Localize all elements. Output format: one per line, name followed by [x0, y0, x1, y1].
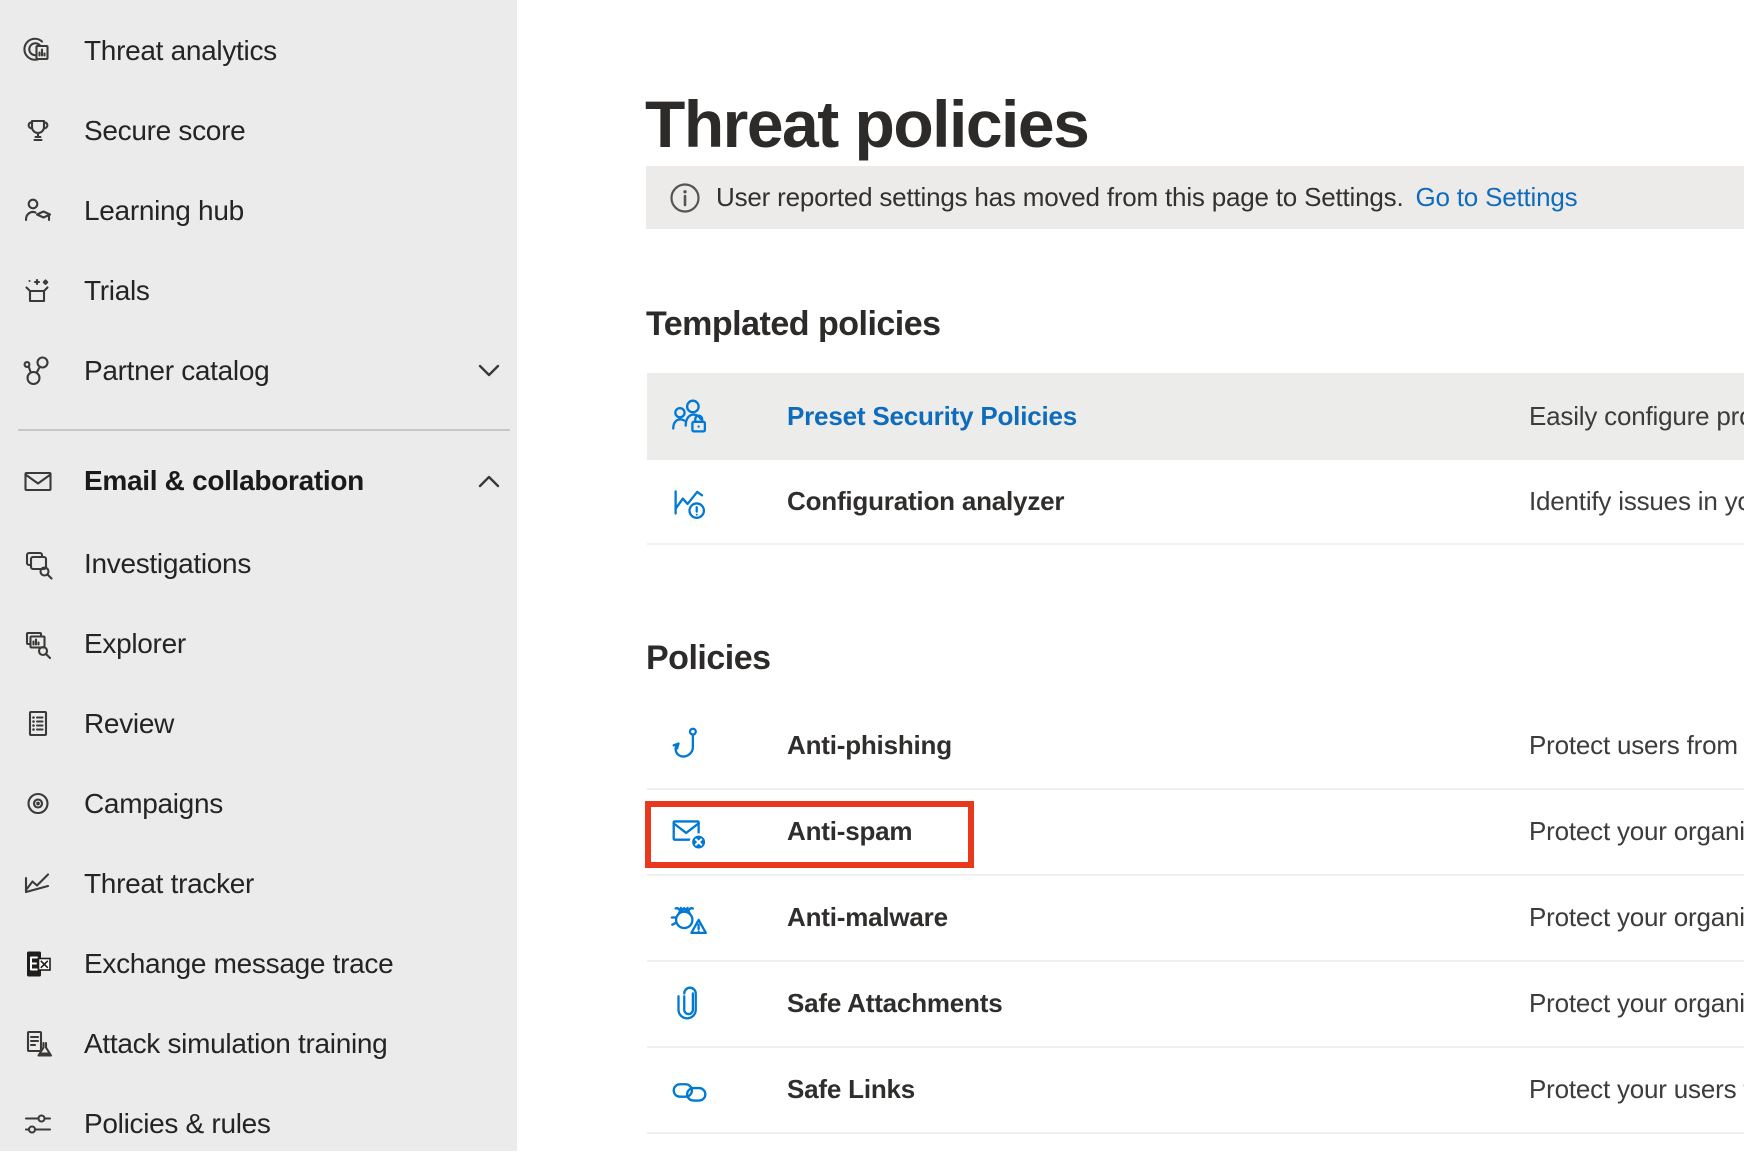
sidebar-item-threat-tracker[interactable]: Threat tracker: [0, 844, 517, 924]
sidebar-item-partner-catalog[interactable]: Partner catalog: [0, 331, 517, 411]
row-description: Protect your users fr: [1529, 1074, 1744, 1105]
configuration-analyzer-icon: [667, 479, 713, 525]
anti-phishing-icon: [667, 723, 713, 769]
row-safe-links[interactable]: Safe Links Protect your users fr: [647, 1048, 1744, 1134]
investigations-icon: [19, 545, 57, 583]
sidebar-item-exchange-message-trace[interactable]: Exchange message trace: [0, 924, 517, 1004]
row-anti-phishing[interactable]: Anti-phishing Protect users from p: [647, 704, 1744, 790]
partner-catalog-icon: [19, 352, 57, 390]
sidebar-item-label: Policies & rules: [84, 1108, 271, 1140]
row-anti-spam[interactable]: Anti-spam Protect your organiz: [647, 790, 1744, 876]
row-description: Protect your organiz: [1529, 902, 1744, 933]
attack-simulation-training-icon: [19, 1025, 57, 1063]
sidebar-item-label: Exchange message trace: [84, 948, 393, 980]
info-icon: [669, 182, 701, 214]
review-icon: [19, 705, 57, 743]
main-content: Threat policies User reported settings h…: [517, 0, 1744, 1151]
sidebar-item-label: Threat tracker: [84, 868, 254, 900]
page-title: Threat policies: [645, 88, 1088, 161]
threat-tracker-icon: [19, 865, 57, 903]
sidebar-item-explorer[interactable]: Explorer: [0, 604, 517, 684]
row-description: Protect users from p: [1529, 730, 1744, 761]
sidebar-item-label: Email & collaboration: [84, 465, 364, 497]
trials-icon: [19, 272, 57, 310]
row-name[interactable]: Safe Links: [787, 1074, 915, 1105]
sidebar-item-label: Campaigns: [84, 788, 223, 820]
row-name[interactable]: Configuration analyzer: [787, 485, 1064, 516]
sidebar-item-label: Trials: [84, 275, 150, 307]
sidebar-item-label: Attack simulation training: [84, 1028, 387, 1060]
secure-score-icon: [19, 112, 57, 150]
row-name[interactable]: Anti-malware: [787, 902, 948, 933]
info-banner: User reported settings has moved from th…: [646, 166, 1744, 229]
anti-spam-icon: [667, 809, 713, 855]
policies-rules-icon: [19, 1105, 57, 1143]
sidebar-divider: [18, 429, 510, 431]
row-configuration-analyzer[interactable]: Configuration analyzer Identify issues i…: [647, 460, 1744, 545]
sidebar-item-campaigns[interactable]: Campaigns: [0, 764, 517, 844]
threat-analytics-icon: [19, 32, 57, 70]
row-description: Protect your organiz: [1529, 816, 1744, 847]
sidebar-item-attack-simulation-training[interactable]: Attack simulation training: [0, 1004, 517, 1084]
sidebar-item-email-collaboration[interactable]: Email & collaboration: [0, 441, 517, 521]
left-navigation-sidebar: Threat analytics Secure score Learning h…: [0, 0, 517, 1151]
exchange-message-trace-icon: [19, 945, 57, 983]
sidebar-item-label: Investigations: [84, 548, 251, 580]
sidebar-item-label: Secure score: [84, 115, 245, 147]
sidebar-item-label: Explorer: [84, 628, 186, 660]
sidebar-item-label: Learning hub: [84, 195, 244, 227]
row-name[interactable]: Anti-phishing: [787, 730, 952, 761]
section-heading-policies: Policies: [646, 641, 771, 675]
anti-malware-icon: [667, 895, 713, 941]
sidebar-item-secure-score[interactable]: Secure score: [0, 91, 517, 171]
sidebar-item-label: Threat analytics: [84, 35, 277, 67]
sidebar-item-label: Partner catalog: [84, 355, 269, 387]
row-name-link[interactable]: Preset Security Policies: [787, 400, 1077, 431]
safe-links-icon: [667, 1067, 713, 1113]
safe-attachments-icon: [667, 981, 713, 1027]
row-safe-attachments[interactable]: Safe Attachments Protect your organiz: [647, 962, 1744, 1048]
section-heading-templated-policies: Templated policies: [646, 307, 941, 341]
row-name[interactable]: Safe Attachments: [787, 988, 1002, 1019]
learning-hub-icon: [19, 192, 57, 230]
sidebar-item-trials[interactable]: Trials: [0, 251, 517, 331]
row-description: Protect your organiz: [1529, 988, 1744, 1019]
sidebar-item-investigations[interactable]: Investigations: [0, 524, 517, 604]
chevron-up-icon[interactable]: [478, 474, 500, 488]
explorer-icon: [19, 625, 57, 663]
sidebar-item-review[interactable]: Review: [0, 684, 517, 764]
campaigns-icon: [19, 785, 57, 823]
email-collaboration-icon: [19, 462, 57, 500]
sidebar-item-threat-analytics[interactable]: Threat analytics: [0, 11, 517, 91]
sidebar-item-learning-hub[interactable]: Learning hub: [0, 171, 517, 251]
sidebar-item-policies-rules[interactable]: Policies & rules: [0, 1084, 517, 1164]
row-description: Easily configure prot: [1529, 400, 1744, 431]
row-anti-malware[interactable]: Anti-malware Protect your organiz: [647, 876, 1744, 962]
go-to-settings-link[interactable]: Go to Settings: [1415, 182, 1577, 213]
preset-security-policies-icon: [667, 394, 713, 440]
chevron-down-icon[interactable]: [478, 364, 500, 378]
row-preset-security-policies[interactable]: Preset Security Policies Easily configur…: [647, 373, 1744, 460]
banner-message: User reported settings has moved from th…: [716, 182, 1403, 213]
sidebar-item-label: Review: [84, 708, 174, 740]
row-description: Identify issues in you: [1529, 485, 1744, 516]
row-name[interactable]: Anti-spam: [787, 816, 912, 847]
